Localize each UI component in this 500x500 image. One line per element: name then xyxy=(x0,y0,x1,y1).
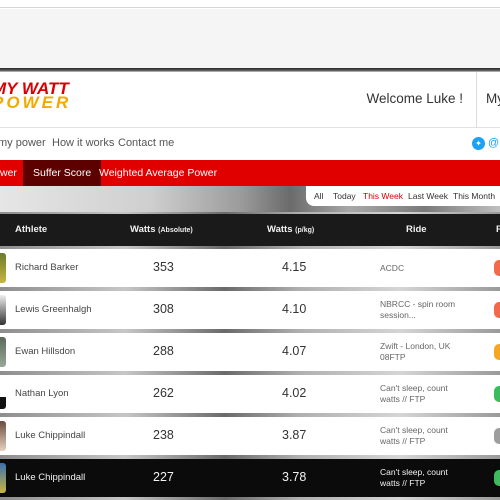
table-row[interactable]: Richard Barker 353 4.15 ACDC xyxy=(0,249,500,287)
watts-absolute: 227 xyxy=(153,470,174,484)
time-filter: All Today This Week Last Week This Month xyxy=(306,186,500,206)
ride-line2: watts // FTP xyxy=(380,394,426,404)
tab-weighted-average-power[interactable]: Weighted Average Power xyxy=(89,160,227,186)
welcome-message: Welcome Luke ! xyxy=(366,91,463,106)
watts-pkg: 4.10 xyxy=(282,302,307,316)
twitter-handle[interactable]: @ xyxy=(488,137,499,149)
table-row[interactable]: Luke Chippindall 238 3.87 Can't sleep, coun… xyxy=(0,417,500,455)
col-watts-absolute-label: Watts xyxy=(130,224,156,235)
my-account-menu[interactable]: My xyxy=(486,91,500,106)
site-header: MY WATT POWER Welcome Luke ! My xyxy=(0,72,500,128)
ride-name[interactable]: ACDC xyxy=(380,263,460,274)
watts-absolute: 353 xyxy=(153,260,174,274)
ride-line2: session... xyxy=(380,310,416,320)
col-watts-pkg[interactable]: Watts (p/kg) xyxy=(267,224,314,235)
athlete-name[interactable]: Luke Chippindall xyxy=(15,430,85,441)
score-badge xyxy=(494,260,500,276)
filter-this-week[interactable]: This Week xyxy=(363,191,403,201)
table-row[interactable]: Lewis Greenhalgh 308 4.10 NBRCC - spin room… xyxy=(0,291,500,329)
nav-item-contact-me[interactable]: Contact me xyxy=(118,137,174,149)
athlete-name[interactable]: Luke Chippindall xyxy=(15,472,85,483)
col-last[interactable]: F xyxy=(496,224,500,235)
athlete-name[interactable]: Ewan Hillsdon xyxy=(15,346,75,357)
score-badge xyxy=(494,470,500,486)
col-ride[interactable]: Ride xyxy=(406,224,427,235)
ride-line2: watts // FTP xyxy=(380,478,426,488)
filter-today[interactable]: Today xyxy=(333,191,356,201)
watts-pkg: 4.07 xyxy=(282,344,307,358)
ride-name[interactable]: Zwift - London, UK 08FTP xyxy=(380,341,460,363)
col-watts-absolute[interactable]: Watts (Absolute) xyxy=(130,224,193,235)
watts-pkg: 3.87 xyxy=(282,428,307,442)
score-badge xyxy=(494,428,500,444)
table-header: Athlete Watts (Absolute) Watts (p/kg) Ri… xyxy=(0,214,500,246)
table-row[interactable]: Luke Chippindall 227 3.78 Can't sleep, coun… xyxy=(0,459,500,497)
filter-last-week[interactable]: Last Week xyxy=(408,191,448,201)
athlete-avatar[interactable] xyxy=(0,463,6,493)
col-watts-absolute-unit: (Absolute) xyxy=(158,227,193,234)
athlete-avatar[interactable] xyxy=(0,421,6,451)
ride-line1: ACDC xyxy=(380,263,405,273)
nav-item-how-it-works[interactable]: How it works xyxy=(52,137,114,149)
metric-tabs: wer Suffer Score Weighted Average Power xyxy=(0,160,500,186)
watts-pkg: 4.02 xyxy=(282,386,307,400)
ride-name[interactable]: Can't sleep, count watts // FTP xyxy=(380,467,460,489)
ride-name[interactable]: NBRCC - spin room session... xyxy=(380,299,460,321)
ride-line1: Zwift - London, UK xyxy=(380,341,451,351)
logo-line2: POWER xyxy=(0,93,72,112)
nav-item-my-power[interactable]: my power xyxy=(0,137,46,149)
col-watts-pkg-label: Watts xyxy=(267,224,293,235)
watts-absolute: 238 xyxy=(153,428,174,442)
col-athlete[interactable]: Athlete xyxy=(15,224,47,235)
ride-line1: Can't sleep, count xyxy=(380,383,448,393)
athlete-name[interactable]: Lewis Greenhalgh xyxy=(15,304,92,315)
site-logo[interactable]: MY WATT POWER xyxy=(0,80,72,112)
watts-absolute: 288 xyxy=(153,344,174,358)
athlete-name[interactable]: Nathan Lyon xyxy=(15,388,69,399)
ride-line1: NBRCC - spin room xyxy=(380,299,456,309)
main-nav: my power How it works Contact me ✦ @ xyxy=(0,129,500,159)
col-watts-pkg-unit: (p/kg) xyxy=(295,227,315,234)
watts-pkg: 3.78 xyxy=(282,470,307,484)
watts-pkg: 4.15 xyxy=(282,260,307,274)
ride-line2: watts // FTP xyxy=(380,436,426,446)
browser-top-bar xyxy=(0,0,500,8)
filter-all[interactable]: All xyxy=(314,191,323,201)
ride-name[interactable]: Can't sleep, count watts // FTP xyxy=(380,425,460,447)
athlete-avatar[interactable] xyxy=(0,379,6,409)
score-badge xyxy=(494,302,500,318)
twitter-icon[interactable]: ✦ xyxy=(472,137,485,150)
athlete-name[interactable]: Richard Barker xyxy=(15,262,78,273)
watts-absolute: 262 xyxy=(153,386,174,400)
ride-name[interactable]: Can't sleep, count watts // FTP xyxy=(380,383,460,405)
athlete-avatar[interactable] xyxy=(0,337,6,367)
athlete-avatar[interactable] xyxy=(0,253,6,283)
score-badge xyxy=(494,386,500,402)
table-row[interactable]: Ewan Hillsdon 288 4.07 Zwift - London, UK 08… xyxy=(0,333,500,371)
table-row[interactable]: Nathan Lyon 262 4.02 Can't sleep, count watt… xyxy=(0,375,500,413)
score-badge xyxy=(494,344,500,360)
ride-line2: 08FTP xyxy=(380,352,406,362)
ride-line1: Can't sleep, count xyxy=(380,425,448,435)
athlete-avatar[interactable] xyxy=(0,295,6,325)
ride-line1: Can't sleep, count xyxy=(380,467,448,477)
watts-absolute: 308 xyxy=(153,302,174,316)
filter-this-month[interactable]: This Month xyxy=(453,191,495,201)
browser-toolbar xyxy=(0,9,500,68)
header-divider xyxy=(476,72,477,128)
